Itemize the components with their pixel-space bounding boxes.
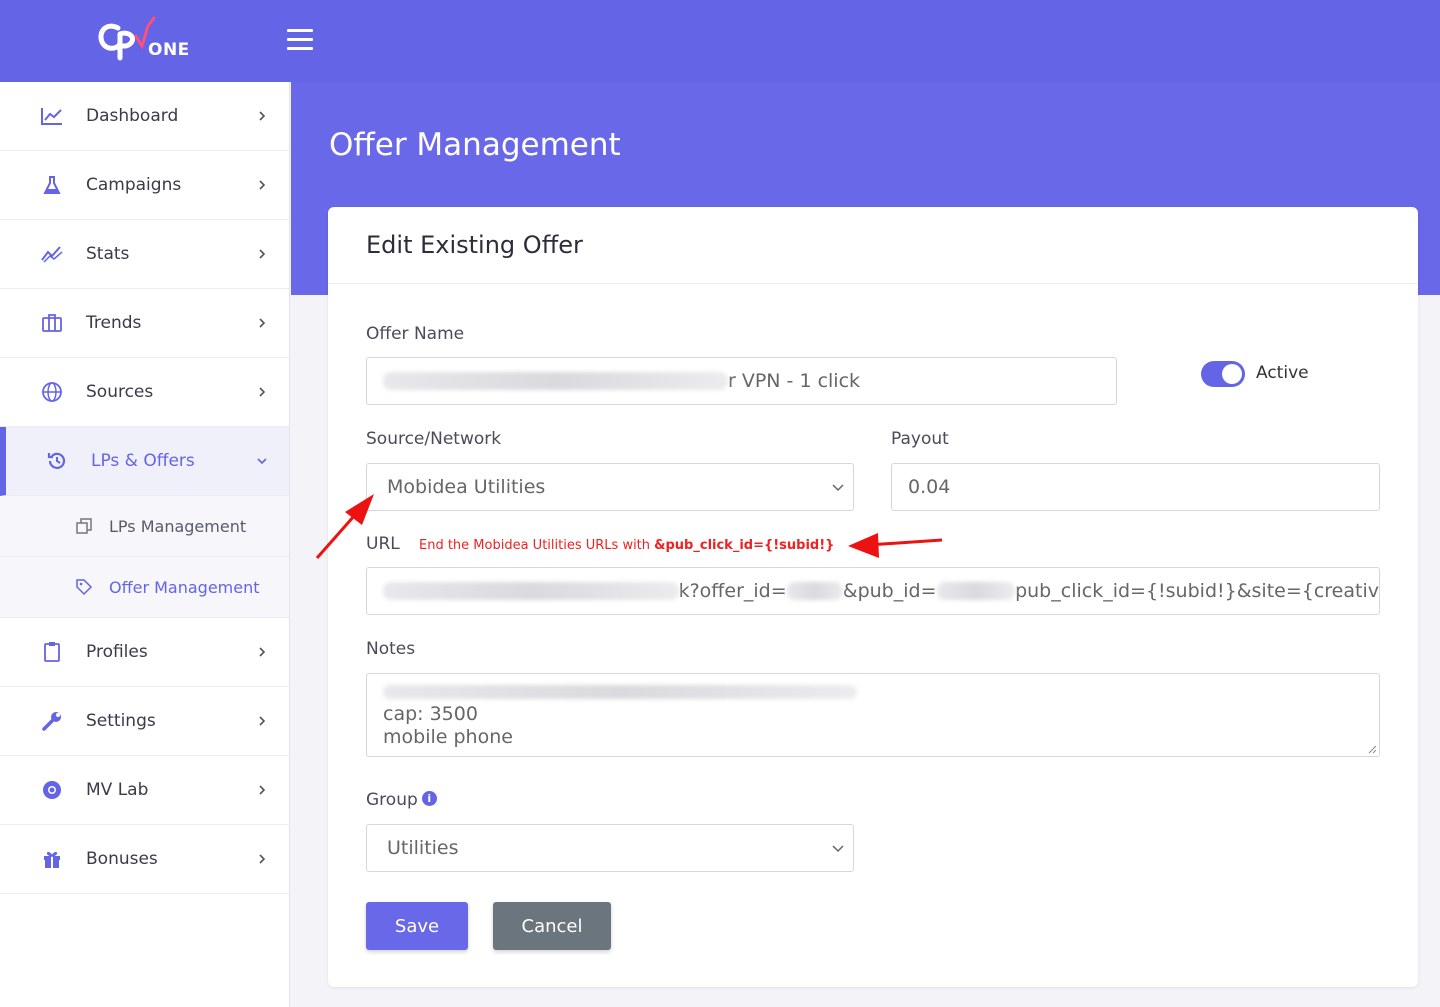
sidebar: Dashboard Campaigns Stats Trends Sources	[0, 82, 290, 1007]
wrench-icon	[40, 709, 64, 733]
redacted-text	[383, 582, 679, 600]
card-title: Edit Existing Offer	[366, 231, 583, 259]
chevron-right-icon	[256, 715, 268, 727]
trend-icon	[40, 242, 64, 266]
sidebar-item-dashboard[interactable]: Dashboard	[0, 82, 289, 151]
url-input[interactable]: k?offer_id= &pub_id= pub_click_id={!subi…	[366, 567, 1380, 615]
gift-icon	[40, 847, 64, 871]
chevron-right-icon	[256, 179, 268, 191]
sidebar-item-mv-lab[interactable]: MV Lab	[0, 756, 289, 825]
logo-text: ONE	[148, 40, 190, 60]
url-hint: End the Mobidea Utilities URLs with &pub…	[419, 538, 835, 553]
chevron-down-icon	[832, 484, 844, 492]
source-network-select[interactable]: Mobidea Utilities	[366, 463, 854, 511]
history-icon	[45, 449, 69, 473]
flask-icon	[40, 173, 64, 197]
briefcase-icon	[40, 311, 64, 335]
redacted-text	[936, 582, 1016, 600]
card-header: Edit Existing Offer	[328, 207, 1418, 284]
sidebar-item-lps-offers[interactable]: LPs & Offers	[0, 427, 289, 496]
offer-name-input[interactable]: r VPN - 1 click	[366, 357, 1117, 405]
sidebar-item-campaigns[interactable]: Campaigns	[0, 151, 289, 220]
sidebar-item-bonuses[interactable]: Bonuses	[0, 825, 289, 894]
sidebar-item-trends[interactable]: Trends	[0, 289, 289, 358]
globe-icon	[40, 380, 64, 404]
page-title: Offer Management	[329, 127, 621, 163]
menu-toggle-icon[interactable]	[287, 29, 313, 51]
sidebar-item-stats[interactable]: Stats	[0, 220, 289, 289]
chevron-right-icon	[256, 386, 268, 398]
source-network-label: Source/Network	[366, 429, 502, 449]
chevron-right-icon	[256, 784, 268, 796]
chrome-icon	[40, 778, 64, 802]
edit-offer-card: Edit Existing Offer Offer Name r VPN - 1…	[328, 207, 1418, 987]
chevron-right-icon	[256, 853, 268, 865]
active-toggle[interactable]	[1201, 361, 1245, 387]
copy-icon	[74, 516, 94, 536]
clipboard-icon	[40, 640, 64, 664]
sidebar-item-sources[interactable]: Sources	[0, 358, 289, 427]
sidebar-subitem-lps-management[interactable]: LPs Management	[0, 496, 289, 557]
sidebar-subitem-offer-management[interactable]: Offer Management	[0, 557, 289, 618]
chevron-down-icon	[256, 455, 268, 467]
chart-line-icon	[40, 104, 64, 128]
redacted-text	[786, 582, 843, 600]
sidebar-item-profiles[interactable]: Profiles	[0, 618, 289, 687]
offer-name-label: Offer Name	[366, 324, 465, 344]
logo-mark-icon	[98, 16, 156, 61]
redacted-text	[383, 684, 857, 699]
chevron-right-icon	[256, 317, 268, 329]
chevron-right-icon	[256, 110, 268, 122]
chevron-down-icon	[832, 845, 844, 853]
payout-input[interactable]: 0.04	[891, 463, 1380, 511]
chevron-right-icon	[256, 646, 268, 658]
top-bar: ONE	[0, 0, 1440, 82]
logo[interactable]: ONE	[96, 12, 196, 64]
cancel-button[interactable]: Cancel	[493, 902, 611, 950]
payout-label: Payout	[891, 429, 949, 449]
active-toggle-label: Active	[1256, 363, 1309, 383]
notes-textarea[interactable]: cap: 3500 mobile phone	[366, 673, 1380, 757]
chevron-right-icon	[256, 248, 268, 260]
sidebar-item-settings[interactable]: Settings	[0, 687, 289, 756]
save-button[interactable]: Save	[366, 902, 468, 950]
group-label: Group i	[366, 790, 437, 810]
resize-handle-icon[interactable]	[1367, 744, 1377, 754]
notes-label: Notes	[366, 639, 416, 659]
info-icon[interactable]: i	[421, 790, 437, 806]
url-label: URL	[366, 534, 400, 554]
redacted-text	[383, 372, 728, 390]
group-select[interactable]: Utilities	[366, 824, 854, 872]
tag-icon	[74, 577, 94, 597]
